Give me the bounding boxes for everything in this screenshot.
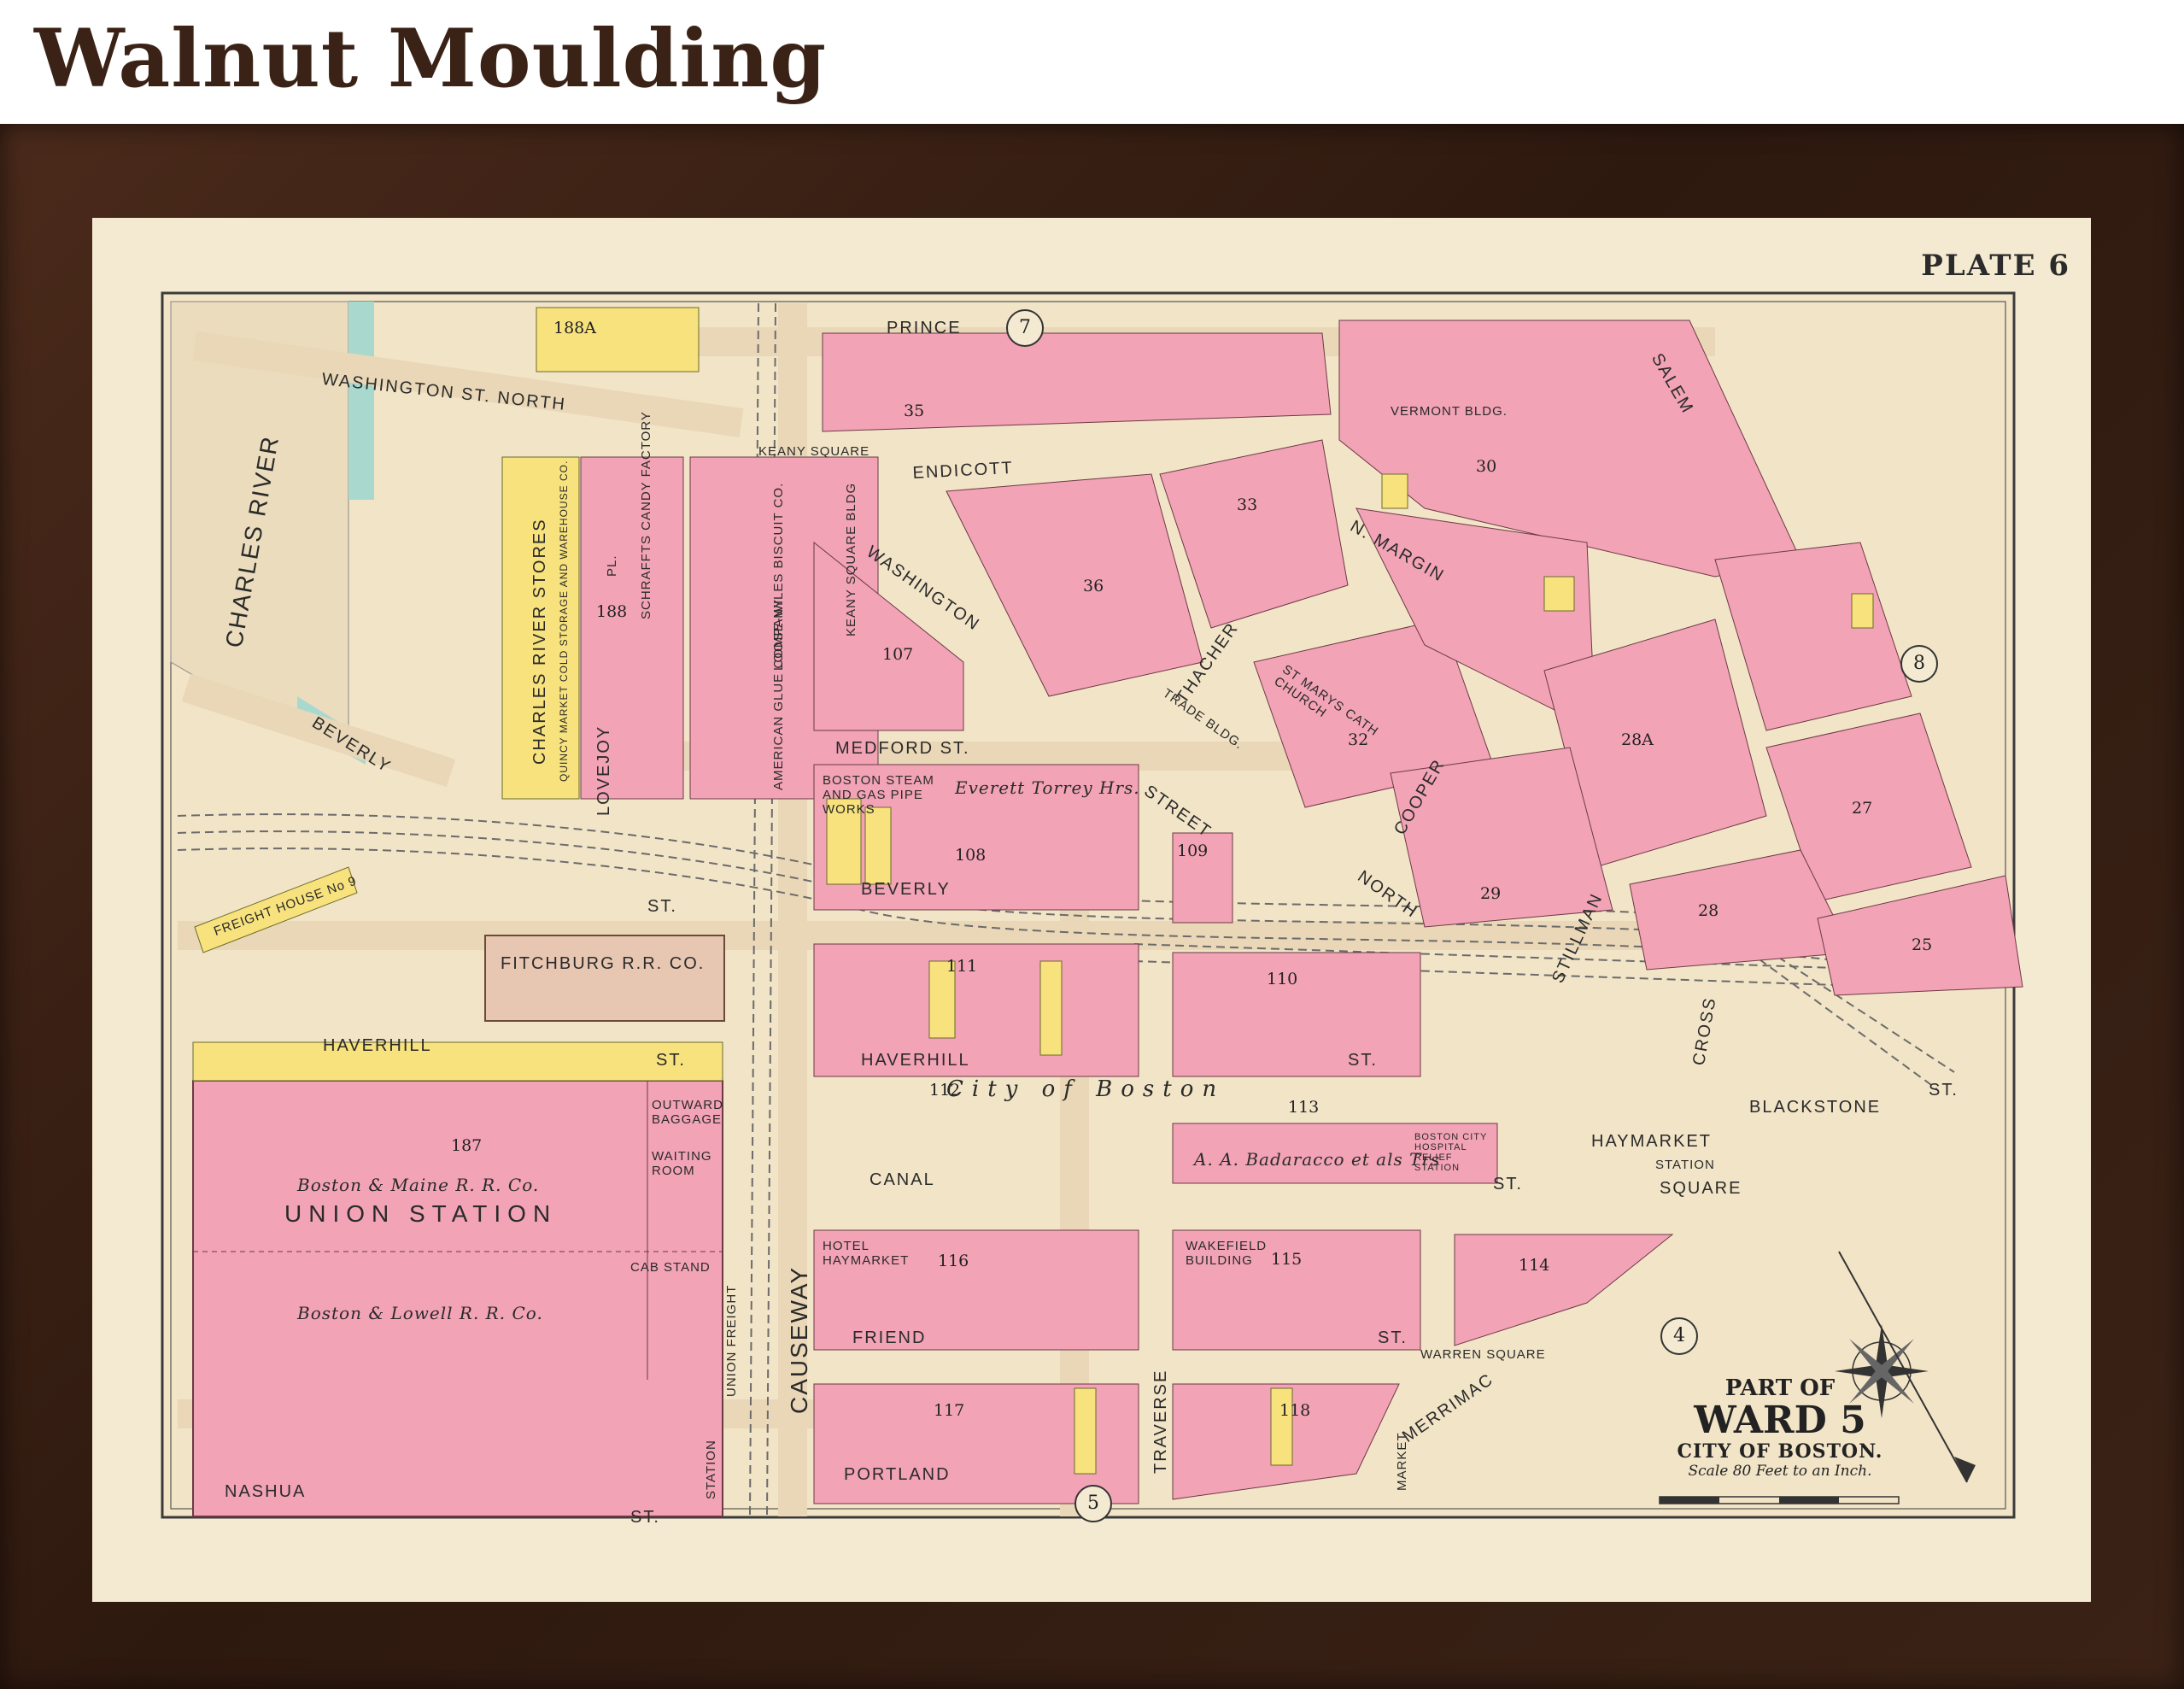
ward-marker-7: 7 <box>1006 309 1044 347</box>
block-number-114: 114 <box>1519 1256 1550 1275</box>
block-number-118: 118 <box>1279 1401 1311 1420</box>
label-haymarket: HAYMARKET <box>1591 1132 1712 1151</box>
label-cab-stand: CAB STAND <box>630 1260 711 1275</box>
block-number-25: 25 <box>1912 935 1933 954</box>
label-boston-maine: Boston & Maine R. R. Co. <box>297 1175 540 1195</box>
label-lovejoy: LOVEJOY <box>594 724 613 816</box>
label-haverhill-st: ST. <box>1348 1051 1378 1070</box>
label-quincy-market: QUINCY MARKET COLD STORAGE AND WAREHOUSE… <box>558 460 570 782</box>
label-canal-st: ST. <box>1493 1175 1523 1193</box>
label-portland: PORTLAND <box>844 1465 951 1484</box>
map-title-city: CITY OF BOSTON. <box>1677 1440 1883 1463</box>
label-union-station: UNION STATION <box>284 1200 558 1227</box>
river-wharf-teal <box>348 302 374 500</box>
label-traverse: TRAVERSE <box>1151 1369 1170 1474</box>
block-number-27: 27 <box>1852 799 1873 818</box>
block-number-32: 32 <box>1348 730 1369 749</box>
walnut-frame: PLATE 6 PART OF WARD 5 CITY OF BOSTON. S… <box>0 124 2184 1689</box>
label-station: STATION <box>704 1440 718 1499</box>
block-number-110: 110 <box>1267 970 1298 988</box>
label-blackstone: BLACKSTONE <box>1749 1098 1882 1117</box>
block-number-28a: 28A <box>1621 730 1654 749</box>
block-number-111: 111 <box>946 957 978 976</box>
label-market: MARKET <box>1395 1432 1409 1491</box>
block-number-35: 35 <box>904 402 925 420</box>
block-number-115: 115 <box>1271 1250 1303 1269</box>
block-number-116: 116 <box>938 1252 969 1270</box>
block-35 <box>822 332 1332 432</box>
label-lovejoy-pl: PL. <box>605 554 619 577</box>
fitchburg-block <box>484 935 725 1022</box>
label-keany-square: KEANY SQUARE <box>758 444 870 459</box>
block-number-112: 112 <box>929 1081 961 1100</box>
label-nashua: NASHUA <box>225 1482 307 1501</box>
block-number-33: 33 <box>1237 496 1258 514</box>
label-beverly-st: ST. <box>647 897 677 916</box>
map-title-block: PART OF WARD 5 CITY OF BOSTON. Scale 80 … <box>1635 1375 1925 1480</box>
block-188a <box>536 307 700 372</box>
label-beverly-east: BEVERLY <box>861 880 951 899</box>
label-boston-steam: BOSTON STEAM AND GAS PIPE WORKS <box>823 773 934 817</box>
label-badaracco: A. A. Badaracco et als Trs <box>1194 1149 1441 1170</box>
label-everett-torrey: Everett Torrey Hrs. <box>955 777 1140 798</box>
label-city-of-boston: City of Boston <box>946 1076 1226 1102</box>
ward-marker-4: 4 <box>1660 1317 1698 1355</box>
label-fitchburg: FITCHBURG R.R. CO. <box>501 954 706 973</box>
label-nashua-st: ST. <box>630 1508 660 1527</box>
label-friend: FRIEND <box>852 1328 927 1347</box>
label-keany-bldg: KEANY SQUARE BLDG <box>844 482 858 636</box>
label-haverhill-west: HAVERHILL <box>323 1036 432 1055</box>
label-boston-lowell: Boston & Lowell R. R. Co. <box>297 1303 543 1323</box>
label-waiting-room: WAITING ROOM <box>652 1149 712 1178</box>
label-canal: CANAL <box>870 1170 935 1189</box>
map-print: PLATE 6 PART OF WARD 5 CITY OF BOSTON. S… <box>92 218 2091 1602</box>
label-haverhill-west-st: ST. <box>656 1051 686 1070</box>
block-number-36: 36 <box>1083 577 1104 595</box>
union-station-yellow-strip <box>192 1041 723 1082</box>
product-page: Walnut Moulding PLATE 6 PART OF WARD 5 C… <box>0 0 2184 1689</box>
block-number-28: 28 <box>1698 901 1719 920</box>
label-schraffts: SCHRAFFTS CANDY FACTORY <box>639 411 653 619</box>
block-number-188: 188 <box>596 602 628 621</box>
label-friend-st: ST. <box>1378 1328 1408 1347</box>
label-warren-square: WARREN SQUARE <box>1420 1347 1546 1362</box>
label-vermont-bldg: VERMONT BLDG. <box>1391 404 1508 419</box>
ward-marker-5: 5 <box>1074 1485 1112 1522</box>
product-title: Walnut Moulding <box>34 12 828 106</box>
block-number-108: 108 <box>955 846 987 865</box>
block-number-29: 29 <box>1480 884 1502 903</box>
label-outward-baggage: OUTWARD BAGGAGE <box>652 1098 723 1127</box>
map-title-ward: WARD 5 <box>1694 1399 1866 1442</box>
label-causeway: CAUSEWAY <box>786 1265 812 1414</box>
block-number-113: 113 <box>1288 1098 1320 1117</box>
map-title-scale: Scale 80 Feet to an Inch. <box>1688 1463 1872 1481</box>
label-union-freight: UNION FREIGHT <box>724 1284 739 1397</box>
plate-number: PLATE 6 <box>1921 249 2070 283</box>
label-charles-river-stores: CHARLES RIVER STORES <box>530 518 549 765</box>
label-haverhill: HAVERHILL <box>861 1051 970 1070</box>
label-medford: MEDFORD ST. <box>835 739 970 758</box>
ward-marker-8: 8 <box>1900 645 1938 683</box>
label-haymarket-station: STATION <box>1655 1158 1715 1172</box>
label-blackstone-st: ST. <box>1929 1081 1959 1100</box>
block-number-107: 107 <box>882 645 914 664</box>
block-number-187: 187 <box>451 1136 483 1155</box>
block-number-109: 109 <box>1177 842 1209 860</box>
label-prince: PRINCE <box>887 319 962 337</box>
label-hotel-haymarket: HOTEL HAYMARKET <box>823 1239 910 1268</box>
map-title-part-of: PART OF <box>1724 1375 1836 1401</box>
label-haymarket-square: SQUARE <box>1660 1179 1742 1198</box>
block-number-117: 117 <box>934 1401 965 1420</box>
block-number-30: 30 <box>1476 457 1497 476</box>
block-number-188a: 188A <box>553 319 596 337</box>
label-american-glue: AMERICAN GLUE COMPANY <box>771 598 786 790</box>
